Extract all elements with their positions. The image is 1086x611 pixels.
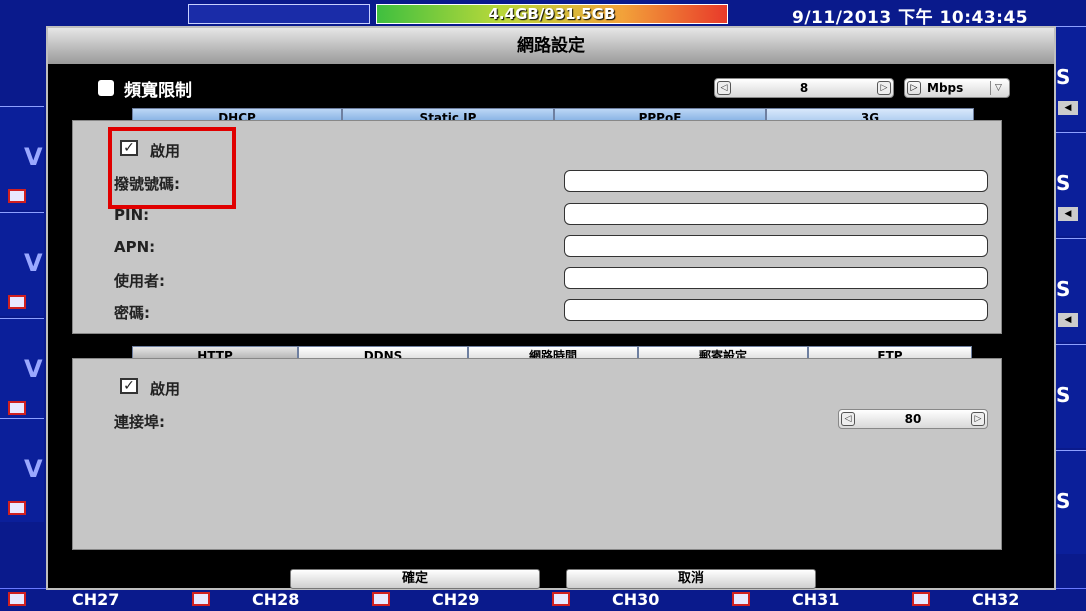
camera-icon: [192, 592, 210, 606]
username-label: 使用者:: [114, 272, 165, 290]
password-label: 密碼:: [114, 304, 150, 322]
camera-icon: [8, 401, 26, 415]
logo-fragment: S: [1056, 383, 1071, 407]
pin-field[interactable]: [564, 203, 988, 225]
channel-tile[interactable]: V: [0, 106, 44, 210]
top-status-segment: [188, 4, 370, 24]
logo-fragment: V: [24, 249, 43, 277]
camera-icon: [552, 592, 570, 606]
annotation-highlight-box: [108, 127, 236, 209]
camera-icon: [912, 592, 930, 606]
increment-icon[interactable]: ▷: [877, 81, 891, 95]
storage-usage-bar: 4.4GB/931.5GB: [376, 4, 728, 24]
channel-tile[interactable]: V: [0, 212, 44, 316]
port-spinner[interactable]: ◁ 80 ▷: [838, 409, 988, 429]
arrow-left-icon[interactable]: ◀: [1058, 313, 1078, 327]
logo-fragment: S: [1056, 277, 1071, 301]
http-enable-label: 啟用: [150, 380, 181, 398]
increment-icon[interactable]: ▷: [971, 412, 985, 426]
bandwidth-value-spinner[interactable]: ◁ 8 ▷: [714, 78, 894, 98]
network-settings-dialog: 網路設定 頻寬限制 ◁ 8 ▷ ▷ Mbps ▽ DHCP Static IP …: [46, 26, 1056, 590]
apn-label: APN:: [114, 238, 156, 256]
logo-fragment: V: [24, 455, 43, 483]
apn-field[interactable]: [564, 235, 988, 257]
camera-icon: [732, 592, 750, 606]
channel-label: CH31: [792, 590, 840, 609]
channel-label: CH29: [432, 590, 480, 609]
camera-icon: [8, 189, 26, 203]
channel-label: CH32: [972, 590, 1020, 609]
status-bar: 4.4GB/931.5GB 9/11/2013 下午 10:43:45: [0, 0, 1086, 28]
logo-fragment: S: [1056, 171, 1071, 195]
dialog-title: 網路設定: [48, 28, 1054, 64]
logo-fragment: S: [1056, 65, 1071, 89]
channel-label: CH28: [252, 590, 300, 609]
dial-number-field[interactable]: [564, 170, 988, 192]
logo-fragment: S: [1056, 489, 1071, 513]
bandwidth-limit-label: 頻寬限制: [124, 81, 192, 101]
datetime-display: 9/11/2013 下午 10:43:45: [792, 8, 1029, 28]
port-value: 80: [904, 412, 922, 426]
channel-tile[interactable]: V: [0, 418, 44, 522]
cancel-button[interactable]: 取消: [566, 569, 816, 589]
camera-icon: [8, 295, 26, 309]
channel-label: CH30: [612, 590, 660, 609]
camera-icon: [8, 501, 26, 515]
bandwidth-value: 8: [799, 81, 809, 95]
camera-icon: [8, 592, 26, 606]
arrow-left-icon[interactable]: ◀: [1058, 207, 1078, 221]
logo-fragment: V: [24, 355, 43, 383]
logo-fragment: V: [24, 143, 43, 171]
http-enable-checkbox[interactable]: ✓: [120, 378, 138, 394]
password-field[interactable]: [564, 299, 988, 321]
port-label: 連接埠:: [114, 413, 165, 431]
channel-label: CH27: [72, 590, 120, 609]
ok-button[interactable]: 確定: [290, 569, 540, 589]
camera-icon: [372, 592, 390, 606]
http-settings-panel: [72, 358, 1002, 550]
bandwidth-unit-value: Mbps: [927, 81, 964, 95]
bandwidth-unit-select[interactable]: ▷ Mbps ▽: [904, 78, 1010, 98]
bandwidth-limit-checkbox[interactable]: [98, 80, 114, 96]
arrow-left-icon[interactable]: ◀: [1058, 101, 1078, 115]
username-field[interactable]: [564, 267, 988, 289]
left-channel-column: V V V V: [0, 26, 48, 586]
increment-icon[interactable]: ▷: [907, 81, 921, 95]
chevron-down-icon[interactable]: ▽: [990, 81, 1006, 95]
channel-tile[interactable]: V: [0, 318, 44, 422]
